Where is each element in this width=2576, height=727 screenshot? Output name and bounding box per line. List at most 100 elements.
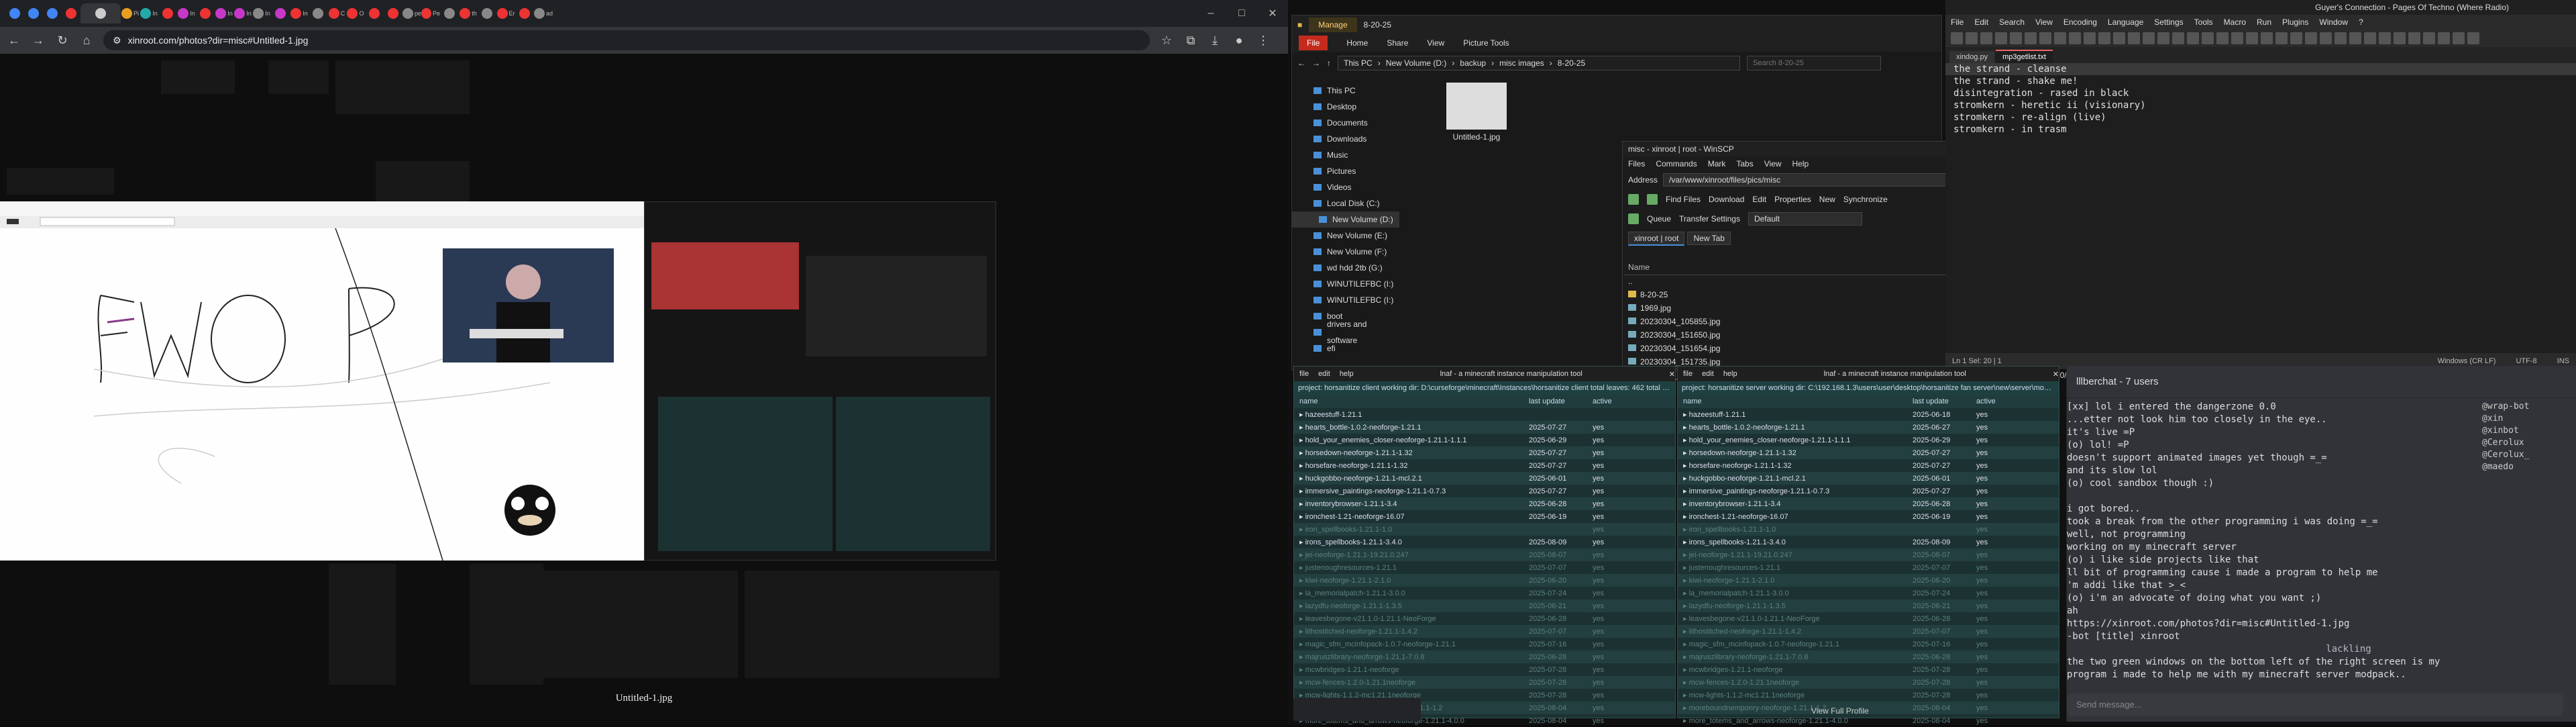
- toolbar-button-icon[interactable]: [2069, 32, 2081, 44]
- mod-row[interactable]: ▸ mcw-fences-1.2.0-1.21.1neoforge 2025-07…: [1678, 676, 2059, 689]
- queue-button[interactable]: Queue: [1647, 214, 1671, 224]
- toolbar-button-icon[interactable]: [1966, 32, 1978, 44]
- toolbar-button-icon[interactable]: [2305, 32, 2317, 44]
- mod-row[interactable]: ▸ more_totems_and_arrows-neoforge-1.21.1…: [1678, 714, 2059, 727]
- mod-row[interactable]: ▸ magic_sfm_mcinfopack-1.0.7-neoforge-1.…: [1294, 638, 1675, 650]
- tool-menu-item[interactable]: file: [1683, 370, 1693, 378]
- new-button[interactable]: New: [1819, 195, 1835, 204]
- toolbar-button-icon[interactable]: [1980, 32, 1992, 44]
- ribbon-tab-share[interactable]: Share: [1387, 38, 1408, 48]
- nav-item[interactable]: Documents: [1313, 115, 1399, 131]
- ribbon-tab-home[interactable]: Home: [1346, 38, 1368, 48]
- member-item[interactable]: @xinbot: [2475, 425, 2576, 437]
- mod-row[interactable]: ▸ la_memorialpatch-1.21.1-3.0.0 2025-07-2…: [1678, 587, 2059, 599]
- profile-icon[interactable]: ●: [1232, 34, 1246, 48]
- browser-tab[interactable]: In: [233, 3, 252, 23]
- browser-tab[interactable]: [515, 3, 534, 23]
- minimize-icon[interactable]: –: [1195, 7, 1226, 19]
- breadcrumb-item[interactable]: backup: [1460, 58, 1486, 68]
- close-icon[interactable]: ✕: [2053, 370, 2059, 379]
- nav-item[interactable]: Desktop: [1313, 99, 1399, 115]
- mod-row[interactable]: ▸ mcwbridges-1.21.1-neoforge 2025-07-28 ye…: [1294, 663, 1675, 676]
- mod-row[interactable]: ▸ mcwbridges-1.21.1-neoforge 2025-07-28 ye…: [1678, 663, 2059, 676]
- menu-item[interactable]: Settings: [2154, 17, 2183, 27]
- menu-item[interactable]: Mark: [1708, 159, 1726, 168]
- browser-tab[interactable]: Er: [496, 3, 515, 23]
- toolbar-button-icon[interactable]: [2084, 32, 2096, 44]
- mod-row[interactable]: ▸ horsefare-neoforge-1.21.1-1.32 2025-07-…: [1294, 459, 1675, 472]
- mod-row[interactable]: ▸ inventorybrowser-1.21.1-3.4 2025-06-28 y…: [1678, 497, 2059, 510]
- search-input[interactable]: [1747, 56, 1881, 70]
- mod-row[interactable]: ▸ lithostitched-neoforge-1.21.1-1.4.2 202…: [1678, 625, 2059, 638]
- tool-menu-item[interactable]: help: [1340, 370, 1354, 378]
- menu-item[interactable]: Window: [2319, 17, 2348, 27]
- toolbar-button-icon[interactable]: [2261, 32, 2273, 44]
- mod-row[interactable]: ▸ hazeestuff-1.21.1 2025-06-18 yes: [1678, 408, 2059, 421]
- browser-tab[interactable]: th: [459, 3, 478, 23]
- member-item[interactable]: @xin: [2475, 413, 2576, 425]
- toolbar-button-icon[interactable]: [1995, 32, 2007, 44]
- tool-menu-item[interactable]: edit: [1318, 370, 1330, 378]
- browser-tab[interactable]: In: [252, 3, 271, 23]
- browser-tab[interactable]: In: [177, 3, 196, 23]
- menu-item[interactable]: ?: [2359, 17, 2363, 27]
- menu-item[interactable]: Macro: [2224, 17, 2246, 27]
- mod-row[interactable]: ▸ mcw-lights-1.1.2-mc1.21.1neoforge 2025-…: [1678, 689, 2059, 701]
- menu-item[interactable]: Tools: [2194, 17, 2213, 27]
- folder-icon[interactable]: [1628, 194, 1639, 205]
- menu-item[interactable]: Encoding: [2063, 17, 2097, 27]
- nav-item[interactable]: New Volume (E:): [1313, 228, 1399, 244]
- mod-row[interactable]: ▸ horsedown-neoforge-1.21.1-1.32 2025-07-…: [1678, 446, 2059, 459]
- browser-tab[interactable]: [440, 3, 459, 23]
- breadcrumb-item[interactable]: New Volume (D:): [1386, 58, 1447, 68]
- column-header[interactable]: name: [1678, 397, 1913, 405]
- menu-item[interactable]: Plugins: [2282, 17, 2308, 27]
- synchronize-button[interactable]: Synchronize: [1843, 195, 1888, 204]
- menu-item[interactable]: Help: [1792, 159, 1809, 168]
- tool-menu-item[interactable]: file: [1299, 370, 1309, 378]
- browser-tab[interactable]: [271, 3, 290, 23]
- editor-tab[interactable]: xindog.py: [1949, 51, 1995, 63]
- menu-item[interactable]: Commands: [1656, 159, 1697, 168]
- browser-tab[interactable]: [478, 3, 496, 23]
- menu-item[interactable]: View: [2035, 17, 2053, 27]
- browser-tab[interactable]: Pe: [421, 3, 440, 23]
- nav-item[interactable]: WINUTILEFBC (I:): [1313, 292, 1399, 308]
- column-header[interactable]: last update: [1529, 397, 1593, 405]
- member-item[interactable]: @Cerolux: [2475, 437, 2576, 449]
- mod-row[interactable]: ▸ justenoughresources-1.21.1 2025-07-07 ye…: [1678, 561, 2059, 574]
- mod-row[interactable]: ▸ irons_spellbooks-1.21.1-3.4.0 2025-08-0…: [1294, 536, 1675, 548]
- nav-item[interactable]: Local Disk (C:): [1313, 195, 1399, 211]
- up-icon[interactable]: ↑: [1327, 58, 1331, 68]
- browser-tab[interactable]: ad: [534, 3, 553, 23]
- nav-item[interactable]: Music: [1313, 147, 1399, 163]
- toolbar-button-icon[interactable]: [2246, 32, 2258, 44]
- nav-item[interactable]: drivers and software: [1313, 320, 1399, 345]
- column-header[interactable]: last update: [1913, 397, 1976, 405]
- nav-item[interactable]: New Volume (D:): [1292, 211, 1399, 228]
- browser-tab[interactable]: Pi: [121, 3, 140, 23]
- toolbar-button-icon[interactable]: [2157, 32, 2169, 44]
- mod-row[interactable]: ▸ ironchest-1.21-neoforge-16.07 2025-06-1…: [1678, 510, 2059, 523]
- browser-tab[interactable]: [196, 3, 215, 23]
- browser-tab[interactable]: In: [140, 3, 158, 23]
- mod-row[interactable]: ▸ magic_sfm_mcinfopack-1.0.7-neoforge-1.…: [1678, 638, 2059, 650]
- tool-menu-item[interactable]: help: [1723, 370, 1737, 378]
- nav-item[interactable]: Pictures: [1313, 163, 1399, 179]
- mod-row[interactable]: ▸ majruszlibrary-neoforge-1.21.1-7.0.8 20…: [1294, 650, 1675, 663]
- toolbar-button-icon[interactable]: [1951, 32, 1963, 44]
- column-header[interactable]: active: [1593, 397, 1633, 405]
- browser-tab[interactable]: [43, 3, 62, 23]
- untitled-image[interactable]: [0, 201, 644, 561]
- transfer-settings-select[interactable]: Default: [1748, 212, 1862, 226]
- member-item[interactable]: @Cerolux_: [2475, 449, 2576, 461]
- mod-row[interactable]: ▸ inventorybrowser-1.21.1-3.4 2025-06-28 y…: [1294, 497, 1675, 510]
- view-profile-link[interactable]: View Full Profile: [1811, 706, 1869, 716]
- mod-row[interactable]: ▸ immersive_paintings-neoforge-1.21.1-0.…: [1678, 485, 2059, 497]
- download-button[interactable]: Download: [1709, 195, 1744, 204]
- bookmark-star-icon[interactable]: ☆: [1159, 34, 1174, 48]
- mod-row[interactable]: ▸ horsefare-neoforge-1.21.1-1.32 2025-07-…: [1678, 459, 2059, 472]
- browser-tab[interactable]: In: [290, 3, 309, 23]
- menu-icon[interactable]: ⋮: [1256, 34, 1271, 48]
- toolbar-button-icon[interactable]: [2408, 32, 2420, 44]
